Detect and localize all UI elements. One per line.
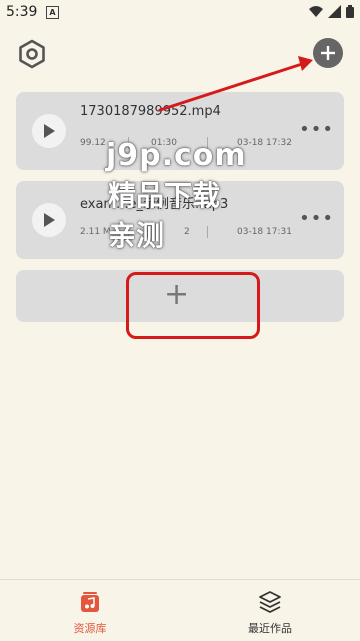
play-icon [44, 124, 55, 138]
layers-icon [259, 591, 281, 613]
watermark-text: 亲测 [108, 219, 165, 252]
nav-label: 最近作品 [248, 622, 292, 635]
watermark-text: j9p.com [106, 138, 247, 173]
status-indicator: A [46, 6, 59, 19]
watermark-text: 精品下载 [108, 179, 221, 212]
settings-button[interactable] [16, 38, 48, 70]
status-bar: 5:39 A [0, 0, 360, 24]
bottom-navigation: 资源库 最近作品 [0, 579, 360, 641]
gear-hex-icon [19, 39, 45, 69]
media-date: 03-18 17:31 [237, 227, 292, 237]
battery-icon [346, 5, 354, 18]
wifi-icon [308, 6, 323, 17]
meta-divider [207, 226, 208, 238]
media-duration: 2 [184, 227, 190, 237]
play-button[interactable] [32, 114, 66, 148]
more-options-button[interactable]: ••• [299, 210, 334, 228]
annotation-highlight-box [126, 272, 260, 339]
nav-item-library[interactable]: 资源库 [30, 580, 150, 641]
add-button[interactable] [313, 38, 343, 68]
play-icon [44, 213, 55, 227]
media-title: 1730187989952.mp4 [80, 104, 221, 119]
nav-item-recent[interactable]: 最近作品 [210, 580, 330, 641]
play-button[interactable] [32, 203, 66, 237]
plus-circle-icon [321, 46, 335, 60]
signal-icon [327, 5, 341, 18]
music-folder-icon [81, 592, 99, 612]
more-options-button[interactable]: ••• [299, 121, 334, 139]
nav-label: 资源库 [73, 622, 107, 635]
status-time: 5:39 [6, 4, 38, 20]
media-size: 2.11 M [80, 227, 111, 237]
status-icons [308, 5, 354, 24]
media-size: 99.12 [80, 138, 106, 148]
